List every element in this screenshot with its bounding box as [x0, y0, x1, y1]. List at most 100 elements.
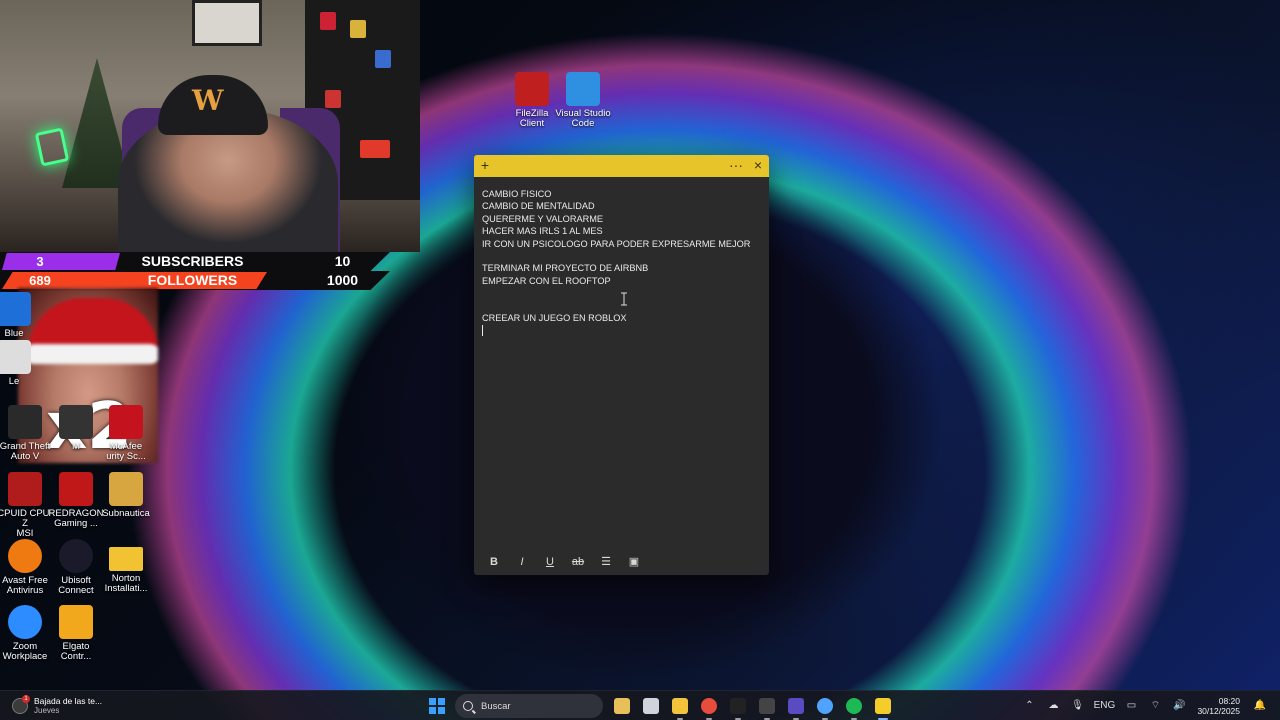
le-icon [0, 340, 31, 374]
sticky-note-header[interactable]: + ··· × [474, 155, 769, 177]
italic-button[interactable]: I [508, 549, 536, 575]
desktop-icon-label-2: Gaming ... [54, 518, 98, 529]
taskbar-apps: Buscar [422, 694, 897, 720]
display-icon[interactable]: ▭ [1121, 696, 1141, 716]
file-explorer-icon [671, 698, 688, 714]
strikethrough-button[interactable]: ab [564, 549, 592, 575]
desktop-icon-elgato[interactable]: Elgato Contr... [48, 605, 104, 662]
note-line: CAMBIO FISICO [482, 189, 552, 199]
game-app-icon [787, 698, 804, 714]
note-caret-line [482, 324, 761, 337]
taskbar-task-view[interactable] [639, 694, 663, 718]
desktop-icon-gta[interactable]: Grand Theft Auto V [0, 405, 53, 462]
search-placeholder: Buscar [481, 700, 511, 712]
taskbar-tiktok[interactable] [726, 694, 750, 720]
desktop-icon-vscode[interactable]: Visual Studio Code [555, 72, 611, 129]
taskbar-start-button[interactable] [425, 694, 449, 718]
desktop-icon-label: Blue [4, 328, 24, 339]
desktop-icon-label-2: Auto V [10, 451, 40, 462]
vscode-icon [566, 72, 600, 106]
subnautica-icon [109, 472, 143, 506]
mcafee-icon [109, 405, 143, 439]
cloud-icon[interactable]: ☁ [1043, 696, 1063, 716]
note-line: HACER MAS IRLS 1 AL MES [482, 226, 603, 237]
desktop-icon-label: CPUID CPU-Z [0, 508, 53, 529]
note-line: IR CON UN PSICOLOGO PARA PODER EXPRESARM… [482, 238, 751, 249]
clock[interactable]: 08:20 30/12/2025 [1197, 696, 1240, 717]
weather-icon: 1 [12, 695, 30, 714]
followers-goal-value: 1000 [326, 272, 359, 288]
text-caret [482, 325, 483, 337]
taskbar-github-desktop[interactable] [755, 694, 779, 720]
formatting-toolbar: B I Uab ☰ ▣ [474, 549, 769, 575]
desktop-icon-label-2: Connect [58, 585, 94, 596]
bullets-button[interactable]: ☰ [592, 549, 620, 575]
add-note-button[interactable]: + [474, 155, 496, 177]
weather-widget[interactable]: 1 Bajada de las te... Jueves [12, 694, 102, 718]
taskbar-spotify[interactable] [842, 694, 866, 720]
weather-title: Bajada de las te... [34, 696, 103, 706]
desktop-icon-label-2: Code [571, 118, 595, 129]
search-icon [463, 701, 473, 711]
zoom-icon [8, 605, 42, 639]
bold-button[interactable]: B [480, 549, 508, 575]
santa-hat-brim [24, 344, 158, 364]
widget-app-icon [613, 698, 630, 714]
taskbar-file-explorer[interactable] [668, 694, 692, 720]
ubisoft-icon [59, 539, 93, 573]
close-note-button[interactable]: × [747, 155, 769, 177]
windows-logo-tile [428, 707, 436, 714]
subscribers-label: SUBSCRIBERS [141, 253, 244, 269]
desktop-icon-ubisoft[interactable]: Ubisoft Connect [48, 539, 104, 596]
note-menu-button[interactable]: ··· [725, 155, 747, 177]
note-text-area[interactable]: CAMBIO FISICO CAMBIO DE MENTALIDAD QUERERM… [474, 177, 769, 337]
notifications-icon[interactable]: 🔔 [1250, 696, 1270, 716]
folder-icon [109, 547, 143, 571]
desktop-icon-cpuz[interactable]: CPUID CPU-Z MSI [0, 472, 53, 539]
desktop-icon-blue[interactable]: Blue [0, 292, 42, 339]
taskbar-widget-app[interactable] [610, 694, 634, 718]
note-line: EMPEZAR CON EL ROOFTOP [482, 275, 611, 286]
taskbar-game-app[interactable] [784, 694, 808, 720]
desktop-icon-avast[interactable]: Avast Free Antivirus [0, 539, 53, 596]
search-box[interactable]: Buscar [455, 694, 603, 718]
blue-icon [0, 292, 31, 326]
gta-icon [8, 405, 42, 439]
subscribers-goal-value: 10 [334, 253, 351, 269]
filezilla-icon [515, 72, 549, 106]
redragon-icon [59, 472, 93, 506]
wifi-icon[interactable]: ⌔ [1145, 696, 1165, 716]
note-line: TERMINAR MI PROYECTO DE AIRBNB [482, 263, 649, 274]
language-indicator[interactable]: ENG [1091, 696, 1117, 716]
weather-badge: 1 [22, 695, 30, 703]
desktop-icon-subnautica[interactable]: Subnautica [98, 472, 154, 519]
desktop-icon-mcafee[interactable]: McAfee urity Sc... [98, 405, 154, 462]
desktop-icon-norton[interactable]: Norton Installati... [98, 539, 154, 594]
taskbar-chrome[interactable] [697, 694, 721, 720]
subscribers-current: 3 [36, 254, 44, 269]
chevron-up-icon[interactable]: ⌃ [1019, 696, 1039, 716]
taskbar-copilot[interactable] [813, 694, 837, 720]
desktop-icon-zoom[interactable]: Zoom Workplace [0, 605, 53, 662]
volume-icon[interactable]: 🔊 [1169, 696, 1189, 716]
desktop-icon-label-2: Antivirus [6, 585, 44, 596]
desktop-icon-filezilla[interactable]: FileZilla Client [504, 72, 560, 129]
microphone-icon[interactable]: 🎙 [1067, 696, 1087, 716]
sticky-note-window[interactable]: + ··· × CAMBIO FISICO CAMBIO DE MENTALIDA… [474, 155, 769, 575]
desktop-icon-m[interactable]: M [48, 405, 104, 452]
desktop-icon-label-2: urity Sc... [106, 451, 146, 462]
desktop-icon-le[interactable]: Le [0, 340, 42, 387]
underline-button[interactable]: U [536, 549, 564, 575]
windows-logo-tile [437, 707, 445, 714]
taskbar: 1 Bajada de las te... Jueves Buscar ⌃ ☁ … [0, 690, 1280, 720]
desktop-icon-label-2: Installati... [104, 583, 148, 594]
note-line: CREEAR UN JUEGO EN ROBLOX [482, 312, 627, 323]
m-icon [59, 405, 93, 439]
wall-picture [192, 0, 262, 46]
note-line: CAMBIO DE MENTALIDAD [482, 201, 595, 212]
tiktok-icon [729, 698, 746, 714]
desktop-icon-redragon[interactable]: REDRAGON Gaming ... [48, 472, 104, 529]
taskbar-sticky-notes[interactable] [871, 694, 895, 720]
image-button[interactable]: ▣ [620, 549, 648, 575]
github-desktop-icon [758, 698, 775, 714]
